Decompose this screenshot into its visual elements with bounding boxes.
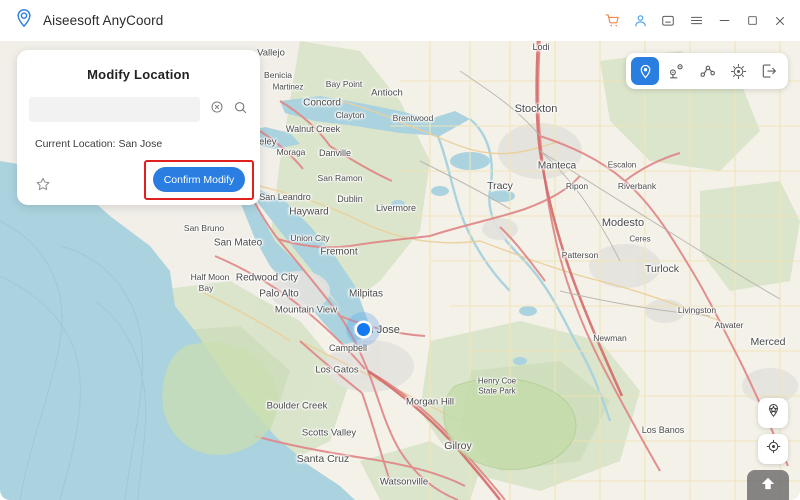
joystick-mode-button[interactable]	[724, 57, 752, 85]
crosshair-icon	[765, 438, 782, 460]
modify-location-mode-button[interactable]	[631, 57, 659, 85]
window-controls	[598, 7, 800, 35]
menu-icon[interactable]	[682, 7, 710, 35]
arrow-up-icon	[758, 474, 778, 499]
close-icon[interactable]	[766, 7, 794, 35]
clear-circle-icon[interactable]	[210, 100, 224, 119]
current-location-text: Current Location: San Jose	[35, 138, 260, 150]
exit-button[interactable]	[755, 57, 783, 85]
confirm-highlight-box: Confirm Modify	[144, 160, 254, 200]
panel-title: Modify Location	[17, 50, 260, 82]
locate-me-button[interactable]	[758, 434, 788, 464]
mode-toolbar	[626, 53, 788, 89]
search-icon[interactable]	[233, 100, 248, 120]
search-input[interactable]	[29, 97, 200, 122]
one-stop-mode-button[interactable]	[662, 57, 690, 85]
multi-stop-mode-button[interactable]	[693, 57, 721, 85]
feedback-icon[interactable]	[654, 7, 682, 35]
scroll-top-button[interactable]: Top	[747, 470, 789, 500]
search-row-icons	[200, 100, 248, 120]
app-brand: Aiseesoft AnyCoord	[0, 8, 163, 33]
collection-button[interactable]	[758, 398, 788, 428]
star-icon[interactable]	[35, 176, 51, 192]
title-bar: Aiseesoft AnyCoord	[0, 0, 800, 41]
panel-footer: Confirm Modify	[17, 176, 260, 192]
account-icon[interactable]	[626, 7, 654, 35]
maximize-icon[interactable]	[738, 7, 766, 35]
app-title: Aiseesoft AnyCoord	[43, 13, 163, 28]
current-location-marker[interactable]	[346, 312, 380, 346]
shield-pin-icon	[765, 402, 782, 424]
minimize-icon[interactable]	[710, 7, 738, 35]
cart-icon[interactable]	[598, 7, 626, 35]
confirm-modify-button[interactable]: Confirm Modify	[153, 167, 245, 192]
app-window: Aiseesoft AnyCoord	[0, 0, 800, 500]
location-pin-icon	[14, 8, 34, 33]
search-row	[29, 97, 248, 122]
modify-location-panel: Modify Location Current Locatio	[17, 50, 260, 205]
